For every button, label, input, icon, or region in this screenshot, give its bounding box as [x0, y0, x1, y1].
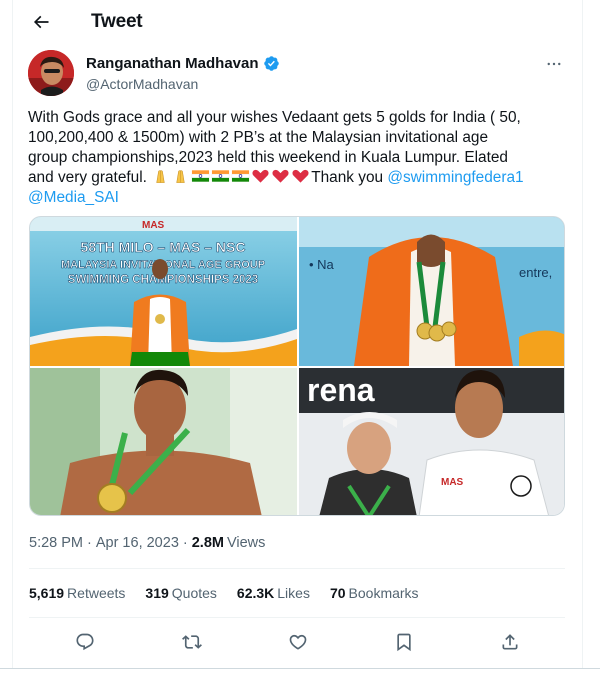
avatar[interactable]	[28, 50, 74, 96]
mention-link[interactable]: @swimmingfedera1	[387, 169, 523, 186]
bookmarks-count: 70	[329, 585, 346, 601]
quotes-stat[interactable]: 319 Quotes	[145, 585, 217, 601]
bookmarks-label: Bookmarks	[348, 585, 419, 601]
tweet-line: 100,200,400 & 1500m) with 2 PB’s at the …	[28, 129, 489, 146]
tweet-line: and very grateful. Thank you @swimmingfe…	[28, 168, 576, 188]
tweet-line: group championships,2023 held this weeke…	[28, 149, 508, 166]
red-heart-icon	[272, 169, 289, 183]
photo-backdrop-text: • Na	[309, 257, 335, 272]
verified-badge-icon	[263, 55, 279, 71]
tweet-line-text: and very grateful.	[28, 169, 147, 186]
tweet-text: With Gods grace and all your wishes Veda…	[28, 108, 576, 208]
red-heart-icon	[292, 169, 309, 183]
share-icon	[502, 634, 518, 650]
reply-icon	[76, 633, 94, 651]
tweet-page: Tweet Ranganathan Madhavan @ActorMadhava…	[0, 0, 600, 675]
likes-count: 62.3K	[236, 585, 275, 601]
tweet-date[interactable]: Apr 16, 2023	[96, 535, 179, 551]
retweets-stat[interactable]: 5,619 Retweets	[29, 585, 125, 601]
author-names: Ranganathan Madhavan @ActorMadhavan	[86, 53, 280, 92]
tweet-time[interactable]: 5:28 PM	[29, 535, 83, 551]
retweets-count: 5,619	[29, 585, 65, 601]
more-options-button[interactable]	[540, 52, 568, 76]
mention-link[interactable]: @Media_SAI	[28, 189, 119, 206]
photo-shirt-logo: MAS	[441, 477, 464, 488]
retweet-button[interactable]	[179, 629, 205, 655]
back-button[interactable]	[23, 4, 59, 40]
red-heart-icon	[252, 169, 269, 183]
tweet-stats: 5,619 Retweets 319 Quotes 62.3K Likes 70 Boo…	[29, 585, 439, 601]
quotes-label: Quotes	[171, 585, 217, 601]
photo-flag-closeup[interactable]: • Na entre,	[299, 217, 564, 366]
author-display-name[interactable]: Ranganathan Madhavan	[86, 55, 259, 72]
likes-stat[interactable]: 62.3K Likes	[237, 585, 310, 601]
divider	[29, 617, 565, 618]
photo-backdrop-text: entre,	[519, 265, 552, 280]
banner-line: 58TH MILO – MAS – NSC	[81, 239, 246, 255]
bookmarks-stat[interactable]: 70 Bookmarks	[330, 585, 419, 601]
page-header: Tweet	[13, 0, 582, 44]
bookmark-button[interactable]	[391, 629, 417, 655]
folded-hands-icon	[176, 170, 185, 183]
like-icon	[289, 634, 307, 650]
views-label: Views	[226, 535, 266, 551]
likes-label: Likes	[277, 585, 310, 601]
reply-button[interactable]	[72, 629, 98, 655]
photo-brand-text: rena	[307, 372, 375, 408]
banner-top-label: MAS	[142, 220, 165, 231]
photo-medal-closeup[interactable]	[30, 368, 297, 515]
like-button[interactable]	[285, 629, 311, 655]
media-grid: MAS 58TH MILO – MAS – NSC MALAYSIA INVIT…	[29, 216, 565, 516]
tweet-line: With Gods grace and all your wishes Veda…	[28, 109, 521, 126]
more-dots-icon	[547, 62, 561, 66]
tweet-meta: 5:28 PM · Apr 16, 2023 · 2.8M Views	[29, 535, 266, 551]
retweets-label: Retweets	[67, 585, 126, 601]
tweet-line: @Media_SAI	[28, 188, 576, 208]
retweet-icon	[182, 635, 202, 649]
arrow-left-icon	[33, 15, 49, 29]
india-flag-icon	[232, 170, 250, 182]
india-flag-icon	[192, 170, 210, 182]
page-title: Tweet	[91, 11, 143, 32]
india-flag-icon	[212, 170, 230, 182]
bookmark-icon	[397, 633, 411, 652]
column-border-right	[582, 0, 583, 668]
divider	[29, 568, 565, 569]
photo-podium-banner[interactable]: MAS 58TH MILO – MAS – NSC MALAYSIA INVIT…	[30, 217, 297, 366]
column-border-left	[12, 0, 13, 668]
folded-hands-icon	[156, 170, 165, 183]
thank-you-text: Thank you	[311, 169, 384, 186]
author-handle[interactable]: @ActorMadhavan	[86, 76, 280, 92]
quotes-count: 319	[145, 585, 169, 601]
photo-with-family[interactable]: rena MAS	[299, 368, 564, 515]
tweet-author: Ranganathan Madhavan @ActorMadhavan	[28, 50, 572, 98]
views-count: 2.8M	[191, 535, 224, 551]
bottom-divider	[0, 668, 600, 669]
tweet-actions	[29, 625, 565, 659]
share-button[interactable]	[497, 629, 523, 655]
